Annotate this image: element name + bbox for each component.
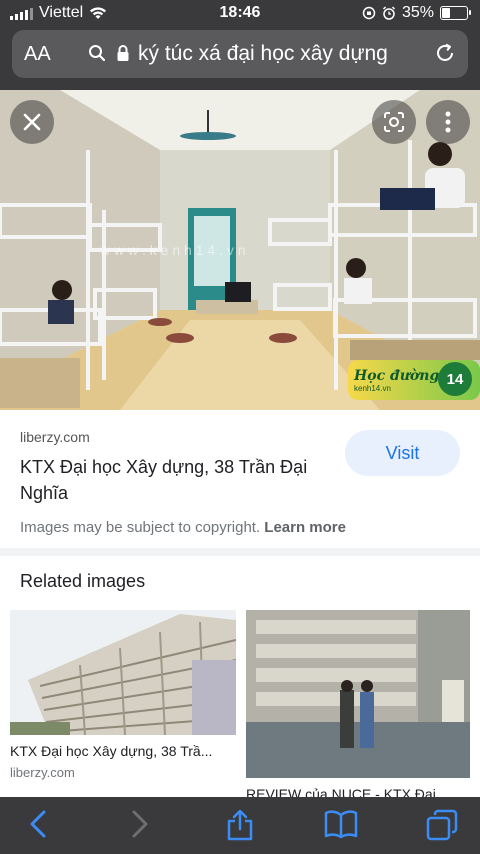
watermark-text: w w w . k e n h 1 4 . v n — [99, 242, 246, 258]
related-item[interactable]: KTX Đại học Xây dựng, 38 Trầ... liberzy.… — [10, 610, 236, 780]
close-button[interactable] — [10, 100, 54, 144]
related-thumbnail[interactable] — [10, 610, 236, 735]
related-thumbnail[interactable] — [246, 610, 470, 778]
status-bar: Viettel 18:46 35% — [0, 0, 480, 26]
related-item[interactable]: REVIEW của NUCE - KTX Đại — [246, 610, 470, 802]
badge-text: Học đường — [354, 367, 440, 384]
alarm-icon — [382, 6, 395, 20]
orientation-lock-icon — [362, 6, 376, 20]
battery-icon — [440, 6, 471, 20]
courtyard-photo — [246, 610, 470, 778]
bookmarks-icon[interactable] — [324, 809, 358, 839]
related-caption[interactable]: KTX Đại học Xây dựng, 38 Trầ... — [10, 743, 236, 759]
share-icon[interactable] — [226, 809, 254, 841]
badge-subtext: kenh14.vn — [354, 383, 391, 393]
back-icon[interactable] — [28, 809, 48, 839]
search-icon — [89, 45, 106, 62]
battery-percent: 35% — [401, 4, 434, 21]
learn-more-link[interactable]: Learn more — [264, 519, 346, 536]
more-vert-icon — [445, 111, 451, 133]
reader-settings-button[interactable]: AA — [24, 43, 51, 66]
section-divider — [0, 548, 480, 556]
browser-chrome: Viettel 18:46 35% AA ký túc xá đại học x… — [0, 0, 480, 90]
result-source[interactable]: liberzy.com — [20, 429, 90, 445]
address-bar[interactable]: AA ký túc xá đại học xây dựng — [12, 30, 468, 78]
building-photo — [10, 610, 236, 735]
source-logo-badge: Học đường kenh14.vn 14 — [348, 360, 480, 400]
more-options-button[interactable] — [426, 100, 470, 144]
related-heading: Related images — [20, 571, 146, 591]
copyright-notice: Images may be subject to copyright. Lear… — [20, 519, 346, 536]
lens-button[interactable] — [372, 100, 416, 144]
lens-icon — [384, 112, 404, 132]
badge-number: 14 — [438, 362, 472, 396]
bottom-toolbar — [0, 797, 480, 854]
forward-icon — [132, 810, 148, 838]
close-icon — [23, 113, 41, 131]
reload-icon[interactable] — [434, 42, 456, 64]
url-text[interactable]: ký túc xá đại học xây dựng — [138, 42, 388, 66]
tabs-icon[interactable] — [426, 809, 458, 841]
lock-icon — [117, 45, 129, 61]
visit-button[interactable]: Visit — [345, 430, 460, 476]
result-title[interactable]: KTX Đại học Xây dựng, 38 Trần Đại Nghĩa — [20, 454, 330, 506]
result-info: liberzy.com KTX Đại học Xây dựng, 38 Trầ… — [0, 410, 480, 548]
related-source: liberzy.com — [10, 765, 75, 780]
copyright-text: Images may be subject to copyright. — [20, 519, 261, 536]
